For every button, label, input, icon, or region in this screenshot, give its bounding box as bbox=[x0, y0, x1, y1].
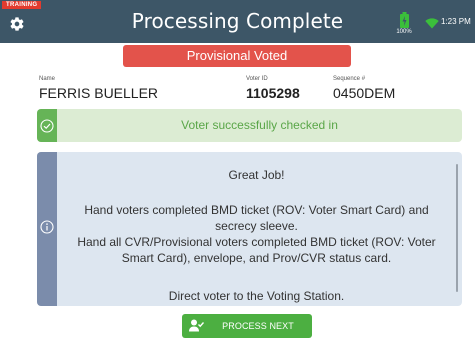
instructions-line-2: Hand all CVR/Provisional voters complete… bbox=[77, 235, 436, 265]
success-message: Voter successfully checked in bbox=[181, 118, 338, 132]
process-next-voter-button[interactable]: PROCESS NEXT VOTER bbox=[182, 314, 312, 352]
instructions-line-1: Hand voters completed BMD ticket (ROV: V… bbox=[84, 203, 429, 233]
instructions-body: Great Job! Hand voters completed BMD tic… bbox=[57, 152, 456, 306]
voter-id-label: Voter ID bbox=[246, 76, 268, 82]
battery-percent: 100% bbox=[396, 29, 412, 35]
status-badge: Provisional Voted bbox=[123, 45, 351, 67]
instructions-heading: Great Job! bbox=[228, 168, 285, 182]
info-side-strip bbox=[37, 152, 57, 306]
voter-id: 1105298 bbox=[246, 85, 300, 101]
sequence-label: Sequence # bbox=[333, 76, 366, 82]
success-side-strip bbox=[37, 109, 57, 142]
sequence-number: 0450DEM bbox=[333, 85, 396, 101]
scrollbar[interactable] bbox=[456, 164, 458, 292]
process-next-voter-label: PROCESS NEXT VOTER bbox=[222, 321, 294, 352]
header-bar: TRAINING Processing Complete 100% 1:23 P… bbox=[0, 0, 475, 43]
user-check-icon bbox=[189, 319, 205, 335]
voter-name: FERRIS BUELLER bbox=[39, 85, 159, 101]
check-circle-icon bbox=[40, 119, 54, 138]
battery-charging-icon bbox=[399, 12, 409, 28]
instructions-line-3: Direct voter to the Voting Station. bbox=[168, 289, 345, 303]
wifi-icon bbox=[425, 16, 439, 29]
training-badge: TRAINING bbox=[2, 1, 42, 9]
success-banner: Voter successfully checked in bbox=[37, 109, 462, 142]
battery-status: 100% bbox=[393, 12, 415, 35]
info-circle-icon bbox=[40, 220, 54, 239]
instructions-panel: Great Job! Hand voters completed BMD tic… bbox=[37, 152, 462, 306]
clock: 1:23 PM bbox=[441, 17, 471, 26]
app: TRAINING Processing Complete 100% 1:23 P… bbox=[0, 0, 475, 352]
name-label: Name bbox=[39, 76, 56, 82]
